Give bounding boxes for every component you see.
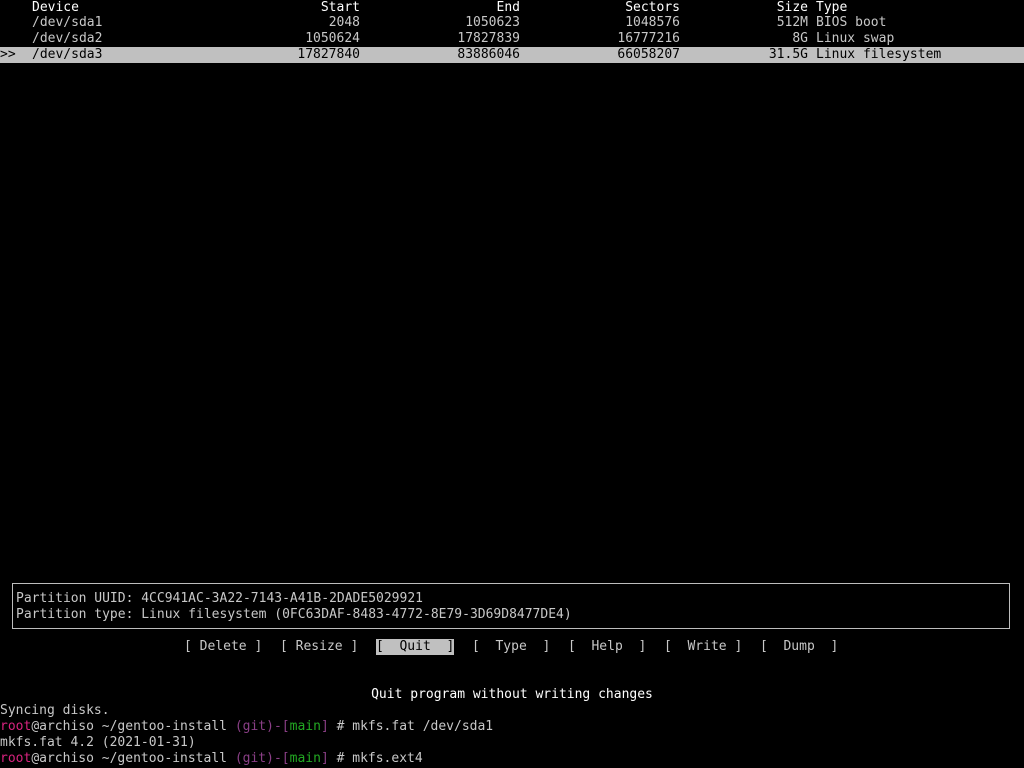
dump-button[interactable]: [ Dump ]: [760, 639, 838, 655]
row-end: 17827839: [457, 31, 520, 46]
action-hint: Quit program without writing changes: [371, 687, 653, 702]
row-type: Linux swap: [816, 31, 895, 46]
prompt-host: @archiso: [31, 719, 94, 734]
resize-button[interactable]: [ Resize ]: [280, 639, 358, 655]
row-type: BIOS boot: [816, 15, 887, 30]
table-row[interactable]: /dev/sda2 1050624 17827839 16777216 8G L…: [0, 31, 1024, 47]
prompt-branch: main: [289, 719, 321, 734]
row-size: 8G: [792, 31, 808, 46]
table-row-selected[interactable]: >> /dev/sda3 17827840 83886046 66058207 …: [0, 47, 1024, 63]
prompt-git-open: (: [234, 719, 243, 734]
row-sectors: 1048576: [625, 15, 680, 30]
row-sectors: 16777216: [617, 31, 680, 46]
prompt-branch: main: [289, 751, 321, 766]
partition-uuid: Partition UUID: 4CC941AC-3A22-7143-A41B-…: [16, 591, 423, 606]
row-start: 2048: [328, 15, 360, 30]
prompt-branch-close: ]: [320, 751, 329, 766]
prompt-git-close: )-[: [266, 719, 290, 734]
prompt-git: git: [242, 719, 267, 734]
header-sectors: Sectors: [625, 0, 680, 15]
terminal-command: mkfs.fat /dev/sda1: [352, 719, 494, 734]
row-end: 1050623: [465, 15, 520, 30]
type-button[interactable]: [ Type ]: [472, 639, 550, 655]
write-button[interactable]: [ Write ]: [664, 639, 742, 655]
row-marker: >>: [0, 47, 16, 62]
row-sectors: 66058207: [617, 47, 680, 62]
prompt-git: git: [242, 751, 267, 766]
prompt-hash: #: [328, 719, 353, 734]
quit-button[interactable]: [ Quit ]: [376, 639, 455, 655]
terminal-syncing: Syncing disks.: [0, 703, 110, 718]
terminal-command-input[interactable]: mkfs.ext4: [352, 751, 422, 766]
header-size: Size: [776, 0, 808, 15]
prompt-user: root: [0, 751, 32, 766]
prompt-host: @archiso: [31, 751, 94, 766]
row-size: 512M: [776, 15, 808, 30]
header-end: End: [496, 0, 520, 15]
table-header: Device Start End Sectors Size Type: [0, 0, 1024, 16]
prompt-path: ~/gentoo-install: [93, 719, 235, 734]
row-device: /dev/sda2: [32, 31, 103, 46]
row-start: 1050624: [305, 31, 360, 46]
partition-info-box: Partition UUID: 4CC941AC-3A22-7143-A41B-…: [12, 583, 1010, 629]
row-size: 31.5G: [768, 47, 808, 62]
row-device: /dev/sda3: [32, 47, 103, 62]
row-type: Linux filesystem: [816, 47, 942, 62]
prompt-path: ~/gentoo-install: [93, 751, 235, 766]
prompt-user: root: [0, 719, 32, 734]
prompt-git-close: )-[: [266, 751, 290, 766]
prompt-hash: #: [328, 751, 353, 766]
prompt-git-open: (: [234, 751, 243, 766]
header-type: Type: [816, 0, 848, 15]
terminal-output: mkfs.fat 4.2 (2021-01-31): [0, 735, 196, 750]
table-row[interactable]: /dev/sda1 2048 1050623 1048576 512M BIOS…: [0, 15, 1024, 31]
header-start: Start: [320, 0, 360, 15]
terminal-prompt: root@archiso ~/gentoo-install (git)-[mai…: [0, 719, 493, 735]
row-start: 17827840: [297, 47, 360, 62]
delete-button[interactable]: [ Delete ]: [184, 639, 262, 655]
header-device: Device: [32, 0, 79, 15]
terminal-prompt[interactable]: root@archiso ~/gentoo-install (git)-[mai…: [0, 751, 423, 767]
help-button[interactable]: [ Help ]: [568, 639, 646, 655]
row-end: 83886046: [457, 47, 520, 62]
row-device: /dev/sda1: [32, 15, 103, 30]
prompt-branch-close: ]: [320, 719, 329, 734]
partition-type: Partition type: Linux filesystem (0FC63D…: [16, 607, 572, 622]
